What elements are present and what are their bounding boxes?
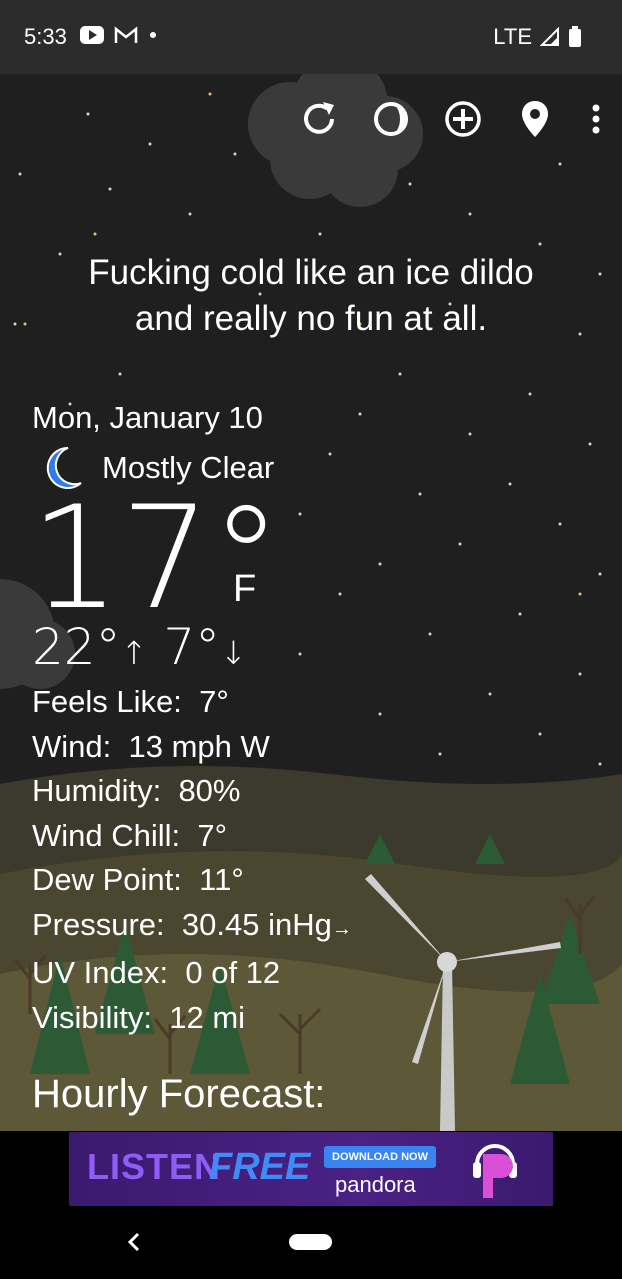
location-pin-icon bbox=[522, 101, 548, 137]
more-vert-icon bbox=[592, 104, 600, 134]
ad-brand-text: pandora bbox=[335, 1172, 416, 1197]
detail-uv-index: UV Index: 0 of 12 bbox=[32, 951, 352, 996]
location-button[interactable] bbox=[512, 96, 558, 142]
arrow-up-icon: ↑ bbox=[120, 634, 148, 672]
weather-tagline: Fucking cold like an ice dildo and reall… bbox=[0, 250, 622, 342]
temperature-unit: F bbox=[233, 568, 257, 610]
ad-free-text: FREE bbox=[209, 1146, 311, 1188]
detail-value: 13 mph W bbox=[128, 728, 270, 764]
more-options-button[interactable] bbox=[584, 96, 608, 142]
detail-value: 30.45 inHg bbox=[181, 906, 332, 942]
hourly-forecast-title: Hourly Forecast: bbox=[32, 1072, 326, 1116]
detail-label: Feels Like: bbox=[32, 684, 182, 719]
detail-label: Wind: bbox=[32, 728, 112, 764]
detail-label: Dew Point: bbox=[32, 862, 182, 897]
detail-value: 80% bbox=[178, 773, 241, 808]
detail-label: Pressure: bbox=[32, 906, 165, 942]
pandora-logo-icon bbox=[473, 1144, 517, 1198]
forecast-date: Mon, January 10 bbox=[32, 400, 263, 435]
detail-value: 12 mi bbox=[169, 999, 246, 1035]
nav-back-icon[interactable] bbox=[124, 1228, 144, 1256]
nav-home-pill[interactable] bbox=[289, 1234, 332, 1250]
toolbar bbox=[296, 96, 608, 142]
detail-value: 7° bbox=[197, 817, 228, 853]
ad-download-button[interactable]: DOWNLOAD NOW bbox=[324, 1146, 436, 1168]
dot-icon bbox=[150, 32, 156, 38]
detail-label: Humidity: bbox=[32, 773, 162, 808]
ad-listen-text: LISTEN bbox=[87, 1146, 222, 1187]
detail-pressure: Pressure: 30.45 inHg→ bbox=[32, 903, 352, 952]
high-temp: 22° bbox=[32, 618, 121, 676]
low-temp: 7° bbox=[163, 618, 221, 676]
pandora-ad-banner[interactable]: LISTEN FREE DOWNLOAD NOW pandora bbox=[69, 1132, 553, 1206]
detail-wind: Wind: 13 mph W bbox=[32, 725, 352, 770]
network-type: LTE bbox=[493, 24, 532, 49]
tagline-line-1: Fucking cold like an ice dildo bbox=[88, 253, 534, 292]
high-low-temperature: 22°↑ 7°↓ bbox=[32, 618, 247, 676]
theme-icon bbox=[374, 102, 408, 136]
weather-details: Feels Like: 7° Wind: 13 mph W Humidity: … bbox=[32, 680, 352, 1040]
detail-visibility: Visibility: 12 mi bbox=[32, 996, 352, 1041]
theme-button[interactable] bbox=[368, 96, 414, 142]
detail-wind-chill: Wind Chill: 7° bbox=[32, 814, 352, 859]
detail-humidity: Humidity: 80% bbox=[32, 769, 352, 814]
detail-dew-point: Dew Point: 11° bbox=[32, 858, 352, 903]
tagline-line-2: and really no fun at all. bbox=[134, 299, 488, 338]
battery-icon bbox=[569, 26, 581, 47]
detail-value: 11° bbox=[199, 862, 244, 897]
detail-label: Wind Chill: bbox=[32, 817, 181, 853]
add-location-button[interactable] bbox=[440, 96, 486, 142]
signal-icon bbox=[540, 27, 559, 46]
pressure-trend-arrow-icon: → bbox=[331, 917, 352, 940]
refresh-icon bbox=[304, 102, 334, 134]
status-right: LTE bbox=[493, 24, 582, 50]
detail-value: 0 of 12 bbox=[185, 955, 281, 990]
detail-label: Visibility: bbox=[32, 999, 153, 1035]
status-bar: 5:33 LTE bbox=[0, 0, 622, 74]
detail-label: UV Index: bbox=[32, 955, 169, 990]
status-time: 5:33 bbox=[24, 24, 67, 49]
youtube-icon bbox=[80, 26, 104, 44]
gmail-icon bbox=[114, 26, 138, 43]
refresh-button[interactable] bbox=[296, 96, 342, 142]
add-location-icon bbox=[445, 101, 481, 137]
detail-value: 7° bbox=[199, 684, 229, 719]
detail-feels-like: Feels Like: 7° bbox=[32, 680, 352, 725]
arrow-down-icon: ↓ bbox=[220, 634, 247, 672]
status-notification-icons bbox=[80, 26, 158, 44]
